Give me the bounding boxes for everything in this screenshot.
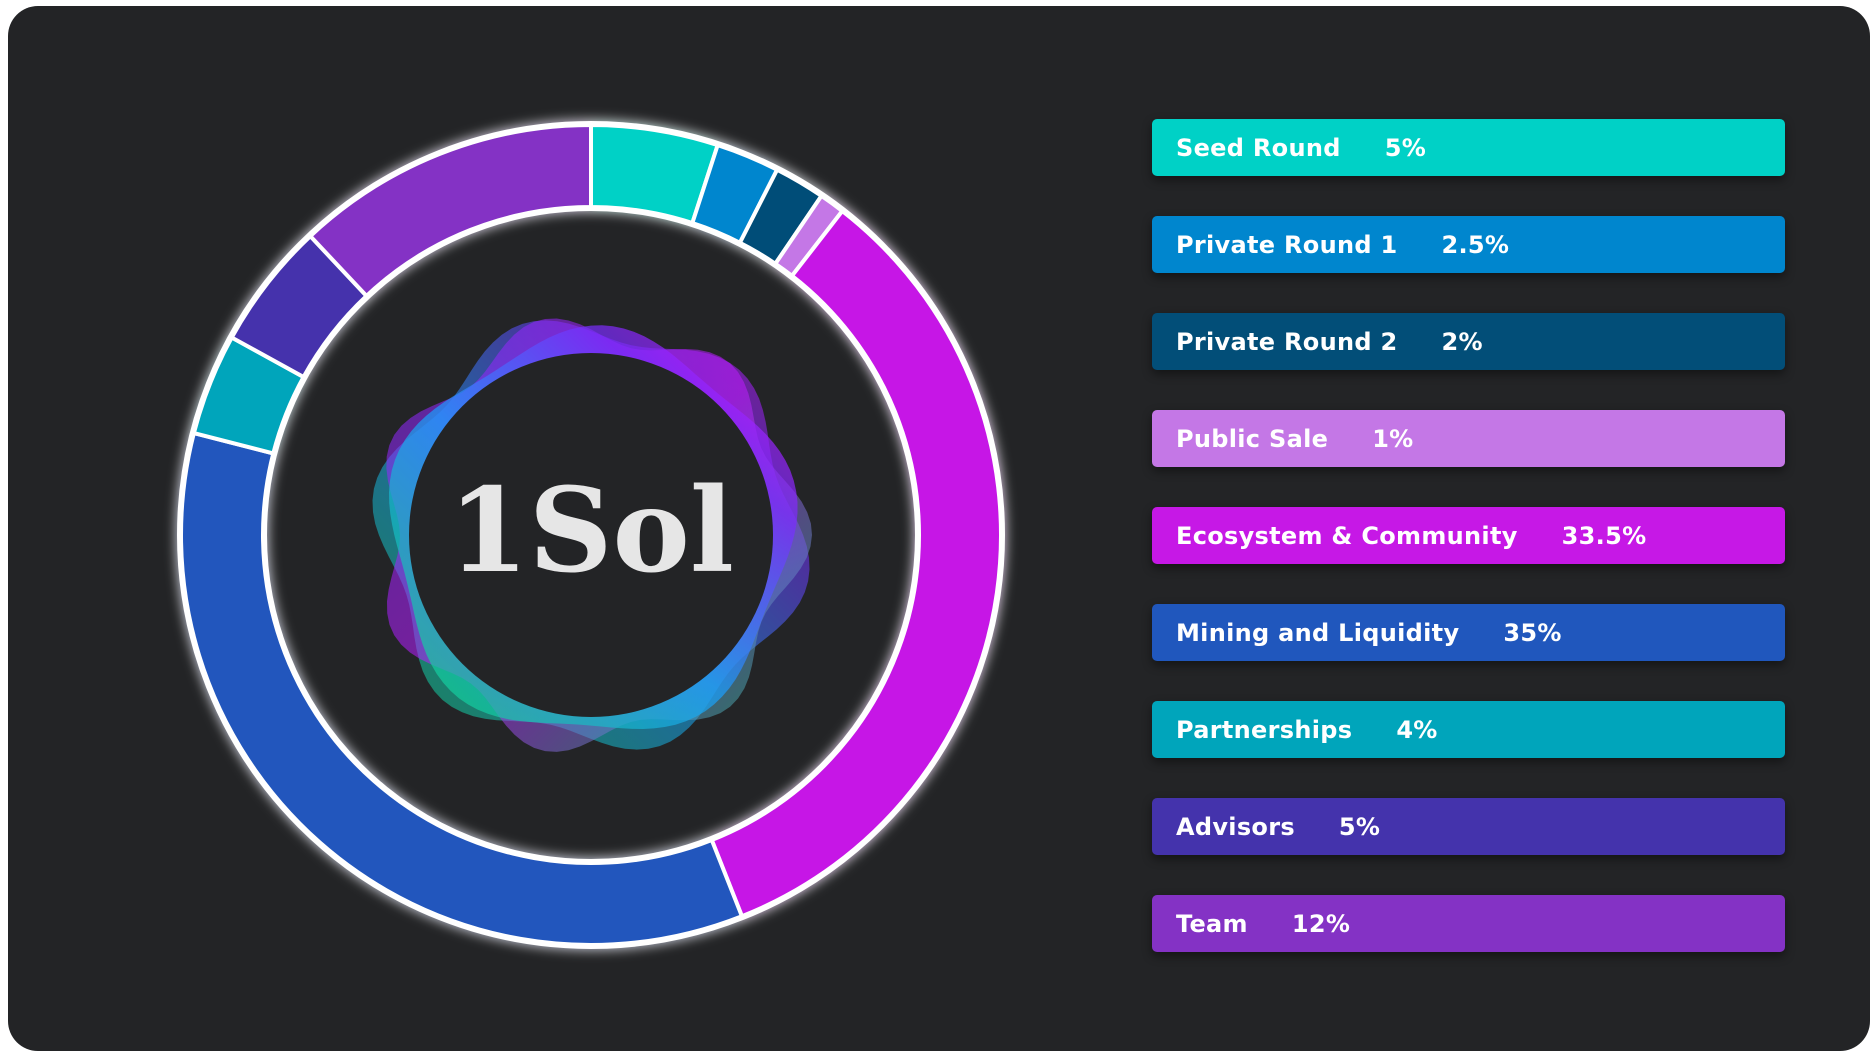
legend-value: 5% (1338, 812, 1381, 841)
logo-text: 1Sol (448, 463, 734, 599)
legend-row-public-sale: Public Sale 1% (1152, 410, 1785, 467)
legend-value: 1% (1372, 424, 1414, 453)
legend-label: Private Round 2 (1176, 327, 1398, 356)
legend-row-ecosystem-and-community: Ecosystem & Community 33.5% (1152, 507, 1785, 564)
legend-label: Mining and Liquidity (1176, 618, 1460, 647)
legend-value: 2.5% (1441, 230, 1510, 259)
legend-value: 5% (1384, 133, 1427, 162)
legend-label: Team (1176, 909, 1248, 938)
allocation-donut-chart: 1Sol (177, 121, 1005, 949)
legend-row-seed-round: Seed Round 5% (1152, 119, 1785, 176)
allocation-legend: Seed Round 5% Private Round 1 2.5% Private R… (1152, 119, 1785, 992)
legend-row-advisors: Advisors 5% (1152, 798, 1785, 855)
legend-value: 2% (1441, 327, 1483, 356)
tokenomics-card: 1Sol Seed Round 5% Private Round 1 2.5% Priv… (8, 6, 1870, 1051)
legend-label: Public Sale (1176, 424, 1329, 453)
legend-value: 12% (1291, 909, 1351, 938)
legend-label: Ecosystem & Community (1176, 521, 1518, 550)
legend-row-private-round-2: Private Round 2 2% (1152, 313, 1785, 370)
legend-row-partnerships: Partnerships 4% (1152, 701, 1785, 758)
legend-row-private-round-1: Private Round 1 2.5% (1152, 216, 1785, 273)
legend-value: 4% (1396, 715, 1438, 744)
legend-label: Advisors (1176, 812, 1295, 841)
legend-row-mining-and-liquidity: Mining and Liquidity 35% (1152, 604, 1785, 661)
legend-value: 33.5% (1561, 521, 1647, 550)
legend-value: 35% (1503, 618, 1562, 647)
legend-row-team: Team 12% (1152, 895, 1785, 952)
legend-label: Partnerships (1176, 715, 1353, 744)
legend-label: Seed Round (1176, 133, 1341, 162)
legend-label: Private Round 1 (1176, 230, 1398, 259)
logo: 1Sol (372, 318, 812, 752)
